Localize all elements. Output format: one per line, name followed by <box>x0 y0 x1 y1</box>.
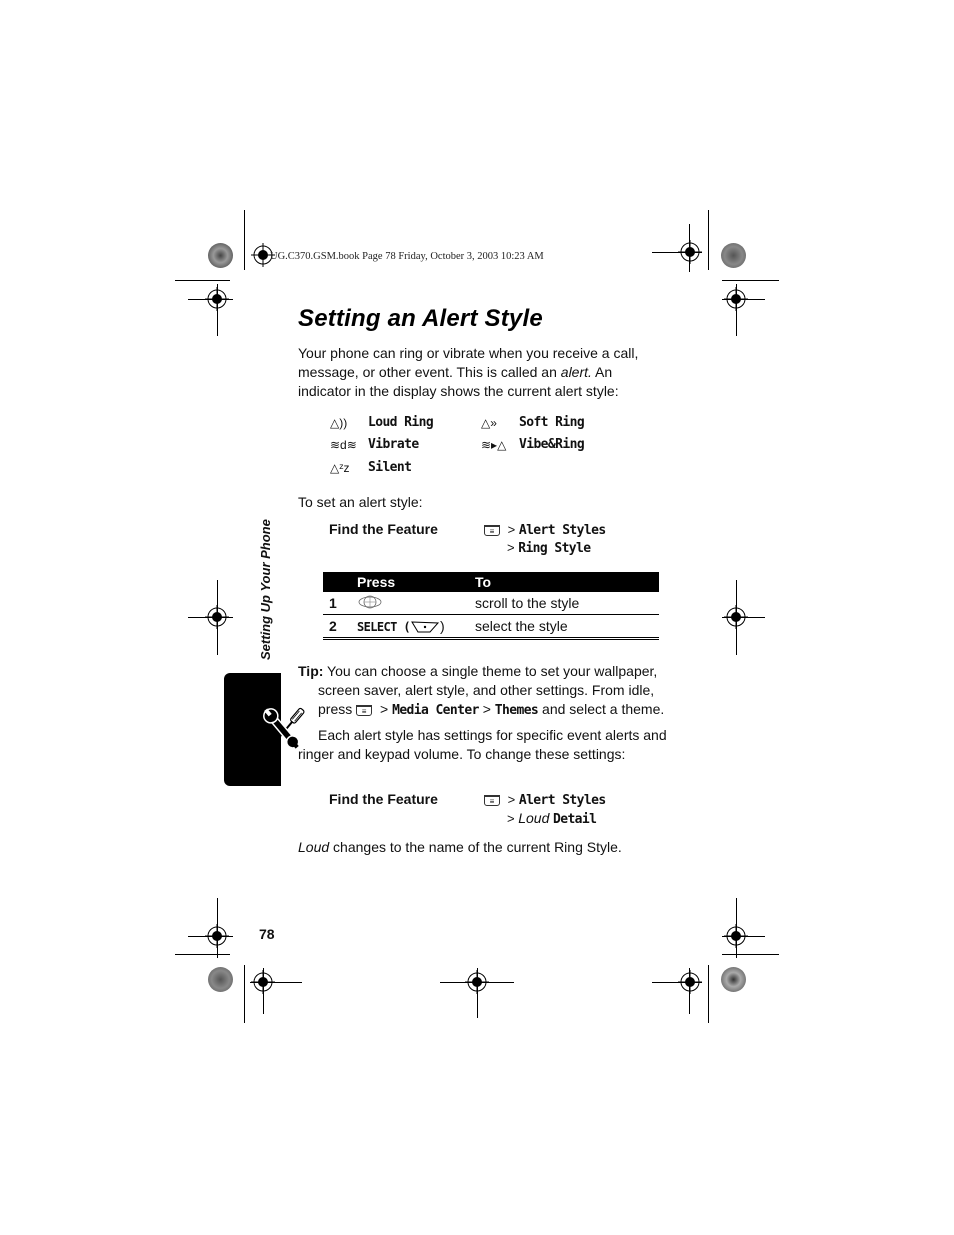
crop-line <box>722 954 779 955</box>
crop-line <box>722 936 765 937</box>
find-feature-label: Find the Feature <box>329 791 438 807</box>
menu-key-icon: ≡ <box>484 795 500 807</box>
menu-item-ring-style: Ring Style <box>518 541 591 556</box>
crop-line <box>477 968 478 1018</box>
menu-path-line-1: ≡ > Alert Styles <box>484 522 606 538</box>
steps-table: Press To 1 scroll to the style 2 SELECT … <box>323 572 659 640</box>
path-separator: > <box>507 792 516 807</box>
crop-line <box>722 280 779 281</box>
header-step-number <box>323 572 351 592</box>
file-info-header: UG.C370.GSM.book Page 78 Friday, October… <box>270 251 544 262</box>
alert-style-item: △» Soft Ring <box>481 415 585 430</box>
table-header-row: Press To <box>323 572 659 592</box>
crop-line <box>244 210 245 270</box>
tools-icon <box>262 704 312 757</box>
tip-paragraph: Tip: You can choose a single theme to se… <box>298 662 683 720</box>
alert-style-label: Silent <box>368 460 412 475</box>
alert-style-label: Vibrate <box>368 437 419 452</box>
press-cell <box>351 592 469 615</box>
crop-line <box>736 898 737 958</box>
alert-style-label: Soft Ring <box>519 415 585 430</box>
crop-line <box>175 280 230 281</box>
crop-line <box>722 299 765 300</box>
step-number: 2 <box>323 614 351 640</box>
crop-line <box>188 299 233 300</box>
color-target-icon <box>721 967 746 992</box>
header-to: To <box>469 572 659 592</box>
menu-path-line-1: ≡ > Alert Styles <box>484 792 606 808</box>
crop-line <box>708 210 709 270</box>
alert-style-label: Vibe&Ring <box>519 437 585 452</box>
to-cell: select the style <box>469 614 659 640</box>
vibe-ring-icon: ≋▸△ <box>481 437 507 452</box>
alert-style-item: △ᶻz Silent <box>330 460 412 475</box>
paren-close: ) <box>440 617 445 634</box>
loud-ring-icon: △)) <box>330 415 348 430</box>
crop-line <box>175 954 230 955</box>
crop-line <box>217 284 218 336</box>
crop-line <box>244 965 245 1023</box>
alert-style-label: Loud Ring <box>368 415 434 430</box>
path-separator: > <box>507 540 515 555</box>
header-press: Press <box>351 572 469 592</box>
color-target-icon <box>721 243 746 268</box>
menu-item-loud-variable: Loud <box>518 810 550 826</box>
crop-line <box>188 936 233 937</box>
path-separator: > <box>376 701 393 717</box>
nav-key-icon <box>357 595 383 614</box>
section-side-title: Setting Up Your Phone <box>258 519 273 660</box>
loud-note-text: changes to the name of the current Ring … <box>329 839 622 855</box>
table-row: 2 SELECT () select the style <box>323 614 659 640</box>
menu-key-icon: ≡ <box>484 525 500 537</box>
alert-style-item: ≋d≋ Vibrate <box>330 437 419 452</box>
menu-item-detail: Detail <box>553 812 597 827</box>
crop-line <box>188 617 233 618</box>
color-target-icon <box>208 967 233 992</box>
left-soft-key-icon <box>410 618 440 634</box>
menu-key-icon: ≡ <box>356 704 373 716</box>
menu-item-themes: Themes <box>494 703 539 718</box>
vibrate-icon: ≋d≋ <box>330 437 357 452</box>
crop-line <box>736 284 737 336</box>
crop-line <box>652 252 702 253</box>
tip-label: Tip: <box>298 663 324 679</box>
select-key-label: SELECT ( <box>357 619 411 634</box>
each-alert-paragraph: Each alert style has settings for specif… <box>298 727 667 762</box>
menu-item-alert-styles: Alert Styles <box>518 793 606 808</box>
menu-path-line-2: > Ring Style <box>507 540 591 556</box>
crop-line <box>250 982 302 983</box>
step-number: 1 <box>323 592 351 615</box>
crop-line <box>217 898 218 958</box>
crop-line <box>722 617 765 618</box>
crop-line <box>689 224 690 272</box>
loud-note: Loud changes to the name of the current … <box>298 838 668 857</box>
press-cell: SELECT () <box>351 614 469 640</box>
color-target-icon <box>208 243 233 268</box>
table-row: 1 scroll to the style <box>323 592 659 615</box>
alert-style-item: △)) Loud Ring <box>330 415 434 430</box>
silent-icon: △ᶻz <box>330 460 350 475</box>
intro-italic-term: alert. <box>560 364 592 380</box>
to-cell: scroll to the style <box>469 592 659 615</box>
loud-italic-term: Loud <box>298 839 330 855</box>
path-separator: > <box>478 701 495 717</box>
menu-path-line-2: > Loud Detail <box>507 810 597 827</box>
find-feature-label: Find the Feature <box>329 521 438 537</box>
page-title: Setting an Alert Style <box>298 305 543 332</box>
tip-text-end: and select a theme. <box>538 701 665 717</box>
crop-line <box>263 968 264 1014</box>
to-set-text: To set an alert style: <box>298 494 423 510</box>
path-separator: > <box>507 811 515 826</box>
intro-paragraph: Your phone can ring or vibrate when you … <box>298 344 668 401</box>
page-number: 78 <box>259 926 275 942</box>
soft-ring-icon: △» <box>481 415 497 430</box>
menu-item-alert-styles: Alert Styles <box>518 523 606 538</box>
menu-item-media-center: Media Center <box>392 703 479 718</box>
crop-line <box>689 968 690 1014</box>
crop-line <box>708 965 709 1023</box>
path-separator: > <box>507 522 516 537</box>
alert-style-item: ≋▸△ Vibe&Ring <box>481 437 585 452</box>
crop-line <box>652 982 702 983</box>
